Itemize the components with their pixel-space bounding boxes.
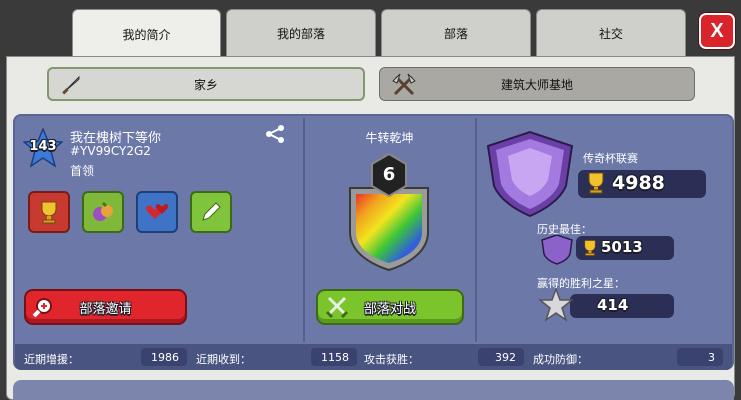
trophy-icon — [581, 238, 599, 262]
subtab-builder-base[interactable]: 建筑大师基地 — [379, 67, 695, 101]
tab-label: 部落 — [443, 26, 468, 41]
tab-social[interactable]: 社交 — [536, 9, 686, 56]
clan-badge-level: 6 — [382, 164, 396, 185]
stat-received-label: 近期收到： — [196, 353, 251, 366]
trophy-icon — [41, 201, 57, 224]
lower-panel — [13, 380, 734, 400]
war-stars-count: 414 — [597, 296, 629, 314]
xp-level: 143 — [29, 139, 57, 154]
subtab-home-village[interactable]: 家乡 — [47, 67, 365, 101]
magnifier-icon — [32, 296, 54, 322]
legend-league-shield-icon — [486, 130, 574, 218]
xp-level-badge: 143 — [22, 127, 64, 168]
collection-button[interactable] — [82, 191, 124, 233]
stat-received-value: 1158 — [311, 348, 357, 366]
share-icon[interactable] — [265, 125, 285, 147]
edit-button[interactable] — [190, 191, 232, 233]
clan-invite-button[interactable]: 部落邀请 — [24, 289, 187, 325]
friends-button[interactable] — [136, 191, 178, 233]
stat-defense-wins-value: 3 — [677, 348, 723, 366]
fruit-icon — [93, 201, 113, 221]
clan-badge: 6 — [346, 152, 432, 272]
crossed-axes-icon — [390, 71, 418, 102]
hearts-icon — [146, 203, 169, 219]
clan-name: 牛转乾坤 — [365, 131, 414, 145]
trophy-icon — [584, 170, 608, 200]
trophy-count: 4988 — [612, 172, 665, 194]
best-league-icon — [539, 233, 575, 269]
subtab-label: 建筑大师基地 — [500, 77, 573, 92]
stat-attack-wins-label: 攻击获胜： — [364, 353, 419, 366]
sword-icon — [59, 73, 83, 100]
tab-label: 社交 — [598, 26, 623, 41]
stat-defense-wins-label: 成功防御： — [533, 353, 588, 366]
league-name: 传奇杯联赛 — [583, 152, 638, 165]
league-badge — [482, 128, 578, 218]
player-tag: #YV99CY2G2 — [70, 144, 151, 158]
divider — [303, 118, 305, 342]
clan-war-button[interactable]: 部落对战 — [316, 289, 464, 325]
close-button[interactable]: X — [699, 13, 735, 49]
silver-star-icon — [537, 286, 575, 326]
best-trophy-count: 5013 — [601, 238, 643, 256]
divider — [475, 118, 477, 342]
stat-donations-value: 1986 — [141, 348, 187, 366]
tab-clans[interactable]: 部落 — [381, 9, 531, 56]
clan-war-label: 部落对战 — [363, 301, 416, 317]
crossed-swords-icon — [325, 296, 349, 322]
stat-donations-label: 近期增援： — [24, 353, 79, 366]
stat-attack-wins-value: 392 — [478, 348, 524, 366]
pencil-icon — [202, 202, 221, 221]
tab-my-profile[interactable]: 我的简介 — [72, 9, 221, 59]
achievements-button[interactable] — [28, 191, 70, 233]
tab-label: 我的简介 — [122, 28, 171, 42]
tab-label: 我的部落 — [276, 26, 325, 41]
player-role: 首领 — [70, 164, 95, 178]
subtab-label: 家乡 — [193, 77, 218, 92]
close-icon: X — [710, 19, 724, 42]
tab-my-clan[interactable]: 我的部落 — [226, 9, 376, 56]
clan-invite-label: 部落邀请 — [79, 301, 132, 317]
